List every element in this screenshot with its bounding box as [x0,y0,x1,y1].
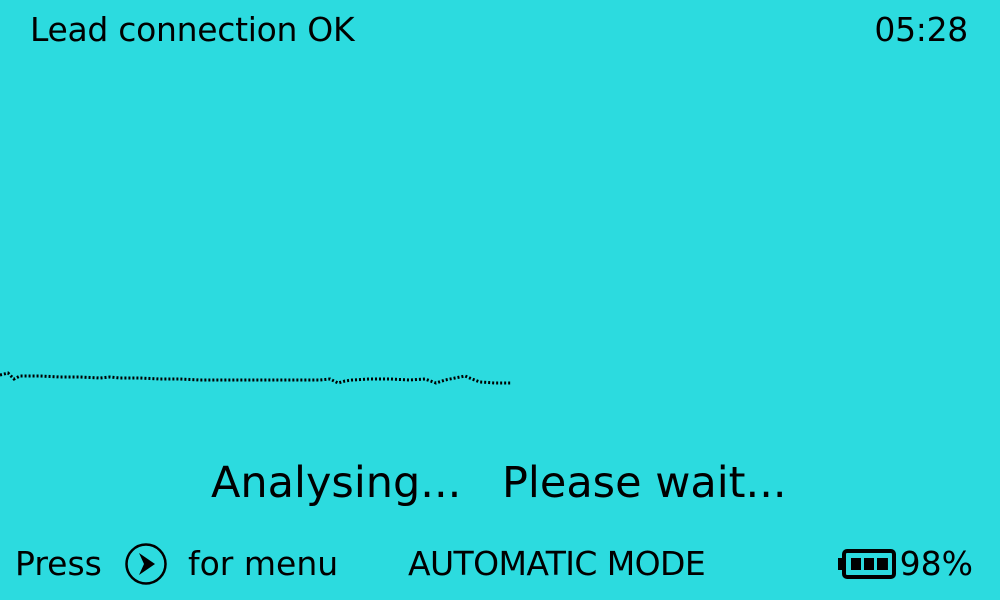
mode-label: AUTOMATIC MODE [408,544,706,583]
analysing-message: Analysing... [211,458,462,508]
battery-percent: 98% [899,544,973,583]
bottom-status-bar: Press for menu AUTOMATIC MODE 98% [0,540,1000,590]
ecg-waveform [0,371,512,385]
press-label: Press [15,544,102,583]
elapsed-time: 05:28 [874,10,968,49]
battery-icon [838,549,896,579]
please-wait-message: Please wait... [502,458,787,508]
menu-label: for menu [188,544,339,583]
defibrillator-screen: Lead connection OK 05:28 Analysing... Pl… [0,0,1000,600]
lead-status-text: Lead connection OK [30,10,355,49]
chevron-right-circle-icon[interactable] [124,542,168,586]
